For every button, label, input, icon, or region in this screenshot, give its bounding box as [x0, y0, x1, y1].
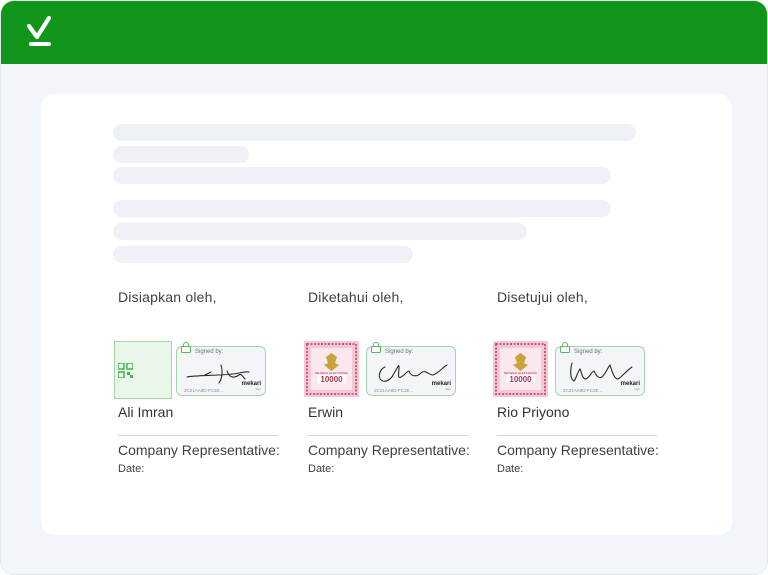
- signed-by-label: Signed by:: [574, 349, 603, 355]
- date-label: Date:: [118, 463, 145, 475]
- signature-block-acknowledged: Diketahui oleh, METERAI ELEKTRONIK 10000: [304, 289, 473, 475]
- meterai-stamp: METERAI ELEKTRONIK 10000: [304, 341, 359, 397]
- signature-role: Disetujui oleh,: [497, 289, 588, 305]
- signature-block-prepared: Disiapkan oleh, Signed by: 2C21AA8D-FC3E…: [114, 289, 283, 475]
- mekari-sign-logo: mekari sign: [241, 381, 261, 391]
- signature-code: 2C21AA8D-FC3E...: [184, 388, 224, 393]
- lock-icon: [560, 342, 570, 353]
- signature-divider: [308, 435, 468, 436]
- lock-icon: [371, 342, 381, 353]
- signed-by-label: Signed by:: [385, 349, 414, 355]
- svg-text:10000: 10000: [509, 375, 532, 384]
- text-placeholder-line: [113, 167, 611, 184]
- text-placeholder-line: [113, 124, 636, 141]
- text-placeholder-line: [113, 246, 413, 263]
- signature-area: Signed by: 2C21AA8D-FC3E... mekari sign: [114, 341, 274, 399]
- check-icon: [26, 15, 52, 46]
- company-representative-label: Company Representative:: [118, 442, 280, 458]
- text-placeholder-line: [113, 200, 611, 217]
- signer-name: Rio Priyono: [497, 404, 570, 420]
- document-card: Disiapkan oleh, Signed by: 2C21AA8D-FC3E…: [41, 94, 732, 535]
- signer-name: Erwin: [308, 404, 344, 420]
- company-representative-label: Company Representative:: [497, 442, 659, 458]
- digital-signature-box[interactable]: Signed by: 2C21AA8D-FC3E... mekari sign: [555, 342, 645, 396]
- top-bar: [1, 1, 767, 64]
- text-placeholder-line: [113, 146, 249, 163]
- mekari-sign-logo: mekari sign: [620, 381, 640, 391]
- signature-divider: [497, 435, 657, 436]
- signature-block-approved: Disetujui oleh, METERAI ELEKTRONIK 10000: [493, 289, 662, 475]
- signature-role: Diketahui oleh,: [308, 289, 404, 305]
- signature-area: METERAI ELEKTRONIK 10000 Signed by: 2C21…: [493, 341, 653, 399]
- qr-code-stamp: [114, 341, 172, 399]
- meterai-stamp: METERAI ELEKTRONIK 10000: [493, 341, 548, 397]
- signature-code: 2C21AA8D-FC3E...: [563, 388, 603, 393]
- signature-code: 2C21AA8D-FC3E...: [374, 388, 414, 393]
- digital-signature-box[interactable]: Signed by: 2C21AA8D-FC3E... mekari sign: [366, 342, 456, 396]
- signer-name: Ali Imran: [118, 404, 174, 420]
- signed-by-label: Signed by:: [195, 349, 224, 355]
- signature-area: METERAI ELEKTRONIK 10000 Signed by: 2C21…: [304, 341, 464, 399]
- date-label: Date:: [497, 463, 524, 475]
- mekari-sign-logo: mekari sign: [431, 381, 451, 391]
- svg-text:10000: 10000: [320, 375, 343, 384]
- qr-code-icon: [118, 363, 133, 378]
- lock-icon: [181, 342, 191, 353]
- signature-divider: [118, 435, 278, 436]
- text-placeholder-line: [113, 223, 527, 240]
- date-label: Date:: [308, 463, 335, 475]
- digital-signature-box[interactable]: Signed by: 2C21AA8D-FC3E... mekari sign: [176, 342, 266, 396]
- company-representative-label: Company Representative:: [308, 442, 470, 458]
- signature-role: Disiapkan oleh,: [118, 289, 217, 305]
- app-window: Disiapkan oleh, Signed by: 2C21AA8D-FC3E…: [0, 0, 768, 575]
